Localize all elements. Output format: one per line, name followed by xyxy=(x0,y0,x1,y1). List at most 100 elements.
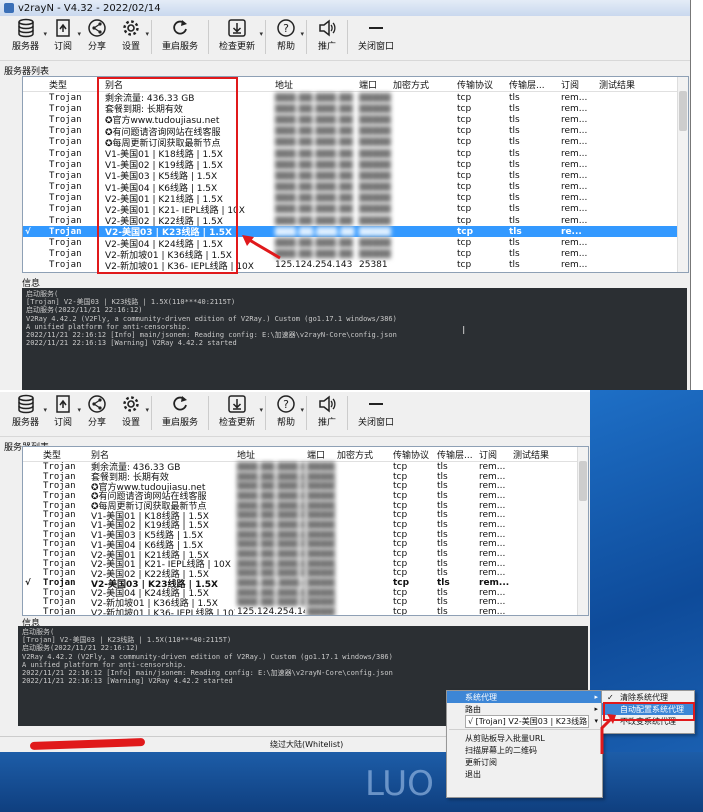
column-header[interactable]: 订阅 xyxy=(477,448,511,461)
cell-addr: ███.██.███.██ xyxy=(237,529,305,540)
column-header[interactable]: 传输协议 xyxy=(391,448,435,461)
help-button[interactable]: ? 帮助 ▾ xyxy=(270,18,305,52)
tray-menu-item[interactable]: 从剪贴板导入批量URL xyxy=(447,732,602,744)
column-header[interactable]: 地址 xyxy=(273,78,357,91)
tray-context-menu: 系统代理 ▸ 路由 ▸ √ [Trojan] V2-美国03 | K23线路 | ▾ 从剪贴… xyxy=(446,690,603,798)
cell-tls: tls xyxy=(437,519,448,530)
cell-type: Trojan xyxy=(49,182,82,193)
cell-addr: ███.██.███.██ xyxy=(275,148,353,159)
cell-sub: rem... xyxy=(561,193,588,204)
download-icon xyxy=(227,394,247,414)
close-window-button-2[interactable]: 关闭窗口 xyxy=(352,394,400,428)
cell-tls: tls xyxy=(509,103,520,114)
tray-menu-item[interactable]: √ [Trojan] V2-美国03 | K23线路 | ▾ xyxy=(447,714,602,728)
help-button-2[interactable]: ? 帮助 ▾ xyxy=(270,394,305,428)
server-select[interactable]: √ [Trojan] V2-美国03 | K23线路 | xyxy=(465,714,589,728)
share-button[interactable]: 分享 xyxy=(81,18,113,52)
cell-type: Trojan xyxy=(49,260,82,271)
tray-menu-item[interactable]: 更新订阅 xyxy=(447,756,602,768)
restart-button[interactable]: 重启服务 xyxy=(156,18,204,52)
restart-button-2[interactable]: 重启服务 xyxy=(156,394,204,428)
list-scrollbar[interactable] xyxy=(577,447,588,615)
column-header[interactable]: 传输层... xyxy=(435,448,477,461)
cell-proto: tcp xyxy=(393,519,408,530)
dropdown-arrow-icon[interactable]: ▾ xyxy=(301,406,305,414)
column-header[interactable]: 端口 xyxy=(305,448,335,461)
cell-type: Trojan xyxy=(49,204,82,215)
cell-addr: ███.██.███.██ xyxy=(275,215,353,226)
check-update-button[interactable]: 检查更新 ▾ xyxy=(213,18,264,52)
cell-addr: ███.██.███.██ xyxy=(237,539,305,550)
settings-button-2[interactable]: 设置 ▾ xyxy=(115,394,150,428)
scrollbar-thumb[interactable] xyxy=(679,91,687,131)
column-header[interactable]: 传输层... xyxy=(507,78,559,91)
servers-button[interactable]: 服务器 ▾ xyxy=(6,18,47,52)
promote-button[interactable]: 推广 xyxy=(311,18,343,52)
dropdown-arrow-icon[interactable]: ▾ xyxy=(146,30,150,38)
cell-sub: rem... xyxy=(561,238,588,249)
cell-tls: tls xyxy=(509,249,520,260)
dropdown-arrow-icon[interactable]: ▾ xyxy=(260,30,264,38)
tray-menu-item[interactable]: 系统代理 ▸ xyxy=(447,691,602,703)
toolbar-label: 订阅 xyxy=(54,42,73,52)
cell-proto: tcp xyxy=(393,490,408,501)
column-header[interactable]: 地址 xyxy=(235,448,305,461)
cell-type: Trojan xyxy=(49,92,82,103)
column-header[interactable]: 类型 xyxy=(41,448,89,461)
dropdown-arrow-icon[interactable]: ▾ xyxy=(260,406,264,414)
settings-icon xyxy=(121,394,141,414)
close-window-button[interactable]: 关闭窗口 xyxy=(352,18,400,52)
subscribe-button-2[interactable]: 订阅 ▾ xyxy=(47,394,81,428)
tray-menu-item[interactable]: 路由 ▸ xyxy=(447,703,602,715)
cell-sub: rem... xyxy=(561,137,588,148)
column-header[interactable]: 测试结果 xyxy=(597,78,657,91)
cell-sub: rem... xyxy=(479,539,506,550)
column-header[interactable]: 加密方式 xyxy=(335,448,391,461)
column-header[interactable]: 别名 xyxy=(89,448,235,461)
column-header[interactable]: 类型 xyxy=(47,78,103,91)
toolbar-label: 关闭窗口 xyxy=(358,42,395,52)
cell-addr: ███.██.███.██ xyxy=(237,587,305,598)
dropdown-arrow-icon[interactable]: ▾ xyxy=(301,30,305,38)
cell-proto: tcp xyxy=(457,114,472,125)
cell-sub: rem... xyxy=(561,103,588,114)
cell-port: 25381 xyxy=(359,260,388,271)
column-header[interactable]: 端口 xyxy=(357,78,391,91)
toolbar-label: 推广 xyxy=(318,42,337,52)
table-row[interactable]: Trojan V2-新加坡01 | K36- IEPL线路 | 10X 125.12… xyxy=(23,607,588,615)
settings-button[interactable]: 设置 ▾ xyxy=(115,18,150,52)
tray-menu-item[interactable]: 扫描屏幕上的二维码 xyxy=(447,744,602,756)
column-header[interactable]: 传输协议 xyxy=(455,78,507,91)
servers-button-2[interactable]: 服务器 ▾ xyxy=(6,394,47,428)
column-header[interactable]: 订阅 xyxy=(559,78,597,91)
restart-icon xyxy=(170,394,190,414)
cell-sub: rem... xyxy=(479,490,506,501)
cell-addr: ███.██.███.██ xyxy=(237,549,305,560)
toolbar-2: 服务器 ▾ 订阅 ▾ 分享 设置 ▾ 重启服务 检查更新 ▾? 帮助 ▾ 推广 关闭窗口 xyxy=(0,392,590,437)
column-header[interactable]: 加密方式 xyxy=(391,78,455,91)
menu-separator xyxy=(449,729,600,730)
toolbar-label: 订阅 xyxy=(54,418,73,428)
dropdown-arrow-icon[interactable]: ▾ xyxy=(146,406,150,414)
routing-status[interactable]: 绕过大陆(Whitelist) xyxy=(270,739,343,750)
share-button-2[interactable]: 分享 xyxy=(81,394,113,428)
subscribe-button[interactable]: 订阅 ▾ xyxy=(47,18,81,52)
cell-sub: rem... xyxy=(479,461,506,472)
cell-type: Trojan xyxy=(43,549,76,560)
cell-addr: ███.██.███.██ xyxy=(237,597,305,608)
cell-proto: tcp xyxy=(457,193,472,204)
promote-button-2[interactable]: 推广 xyxy=(311,394,343,428)
scrollbar-thumb[interactable] xyxy=(579,461,587,501)
cell-proto: tcp xyxy=(393,500,408,511)
chevron-right-icon: ▸ xyxy=(594,693,598,701)
subscribe-icon xyxy=(53,18,73,38)
cell-proto: tcp xyxy=(457,204,472,215)
server-list-2[interactable]: 类型 别名 地址 端口 加密方式 传输协议 传输层... 订阅 测试结果 Trojan 剩余流量: … xyxy=(22,446,589,616)
column-header[interactable]: 测试结果 xyxy=(511,448,561,461)
cell-port: █████ xyxy=(359,103,391,114)
check-update-button-2[interactable]: 检查更新 ▾ xyxy=(213,394,264,428)
log-console[interactable]: 启动服务([Trojan] V2-美国03 | K23线路 | 1.5X(110… xyxy=(22,288,687,390)
annotation-arrow-2 xyxy=(600,714,616,754)
tray-menu-item[interactable]: 退出 xyxy=(447,768,602,780)
list-scrollbar[interactable] xyxy=(677,77,688,272)
